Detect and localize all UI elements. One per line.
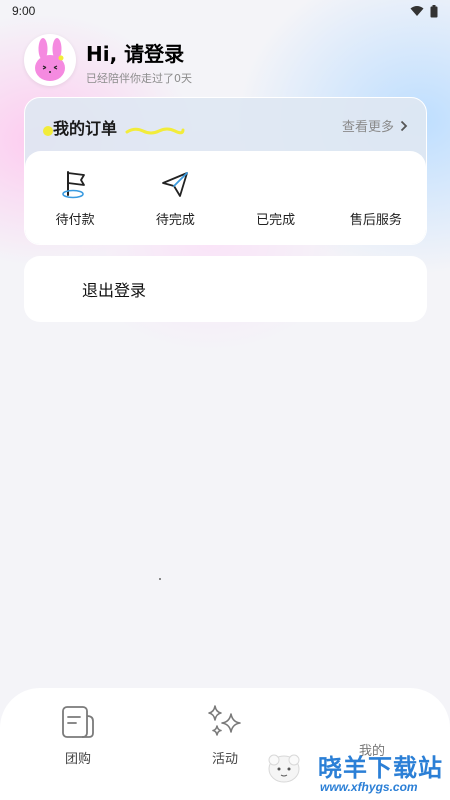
stray-dot: [159, 578, 161, 580]
orders-header: 我的订单 查看更多: [25, 98, 426, 150]
order-completed[interactable]: 已完成: [226, 151, 326, 244]
title-highlight-dot: [43, 126, 53, 136]
logout-button[interactable]: 退出登录: [24, 256, 427, 322]
order-after-sales-icon-slot: [359, 167, 393, 201]
notes-icon: [62, 706, 94, 738]
sparkles-icon: [208, 705, 241, 736]
nav-tab-group-buy[interactable]: 团购: [33, 704, 123, 767]
watermark-url: www.xfhygs.com: [320, 780, 418, 794]
profile-header: Hi, 请登录 已经陪伴你走过了0天: [24, 34, 424, 94]
battery-icon: [430, 4, 438, 17]
order-label: 待付款: [55, 213, 95, 228]
bunny-avatar-icon: [35, 38, 65, 81]
chevron-right-icon: [400, 120, 408, 131]
order-label: 已完成: [256, 213, 296, 228]
logout-label: 退出登录: [82, 281, 147, 300]
order-status-row: 待付款 待完成 已完成 售后服务: [25, 151, 426, 244]
status-bar: 9:00: [0, 0, 450, 22]
login-greeting[interactable]: Hi, 请登录: [86, 38, 184, 67]
order-pending-payment[interactable]: 待付款: [25, 151, 125, 244]
order-to-complete[interactable]: 待完成: [125, 151, 225, 244]
orders-title: 我的订单: [53, 119, 118, 138]
order-label: 待完成: [155, 213, 195, 228]
site-watermark: 晓羊下载站 www.xfhygs.com: [262, 748, 448, 800]
avatar[interactable]: [24, 34, 76, 86]
view-more-label: 查看更多: [341, 120, 394, 135]
order-after-sales[interactable]: 售后服务: [326, 151, 426, 244]
order-label: 售后服务: [349, 213, 402, 228]
nav-label: 团购: [64, 752, 91, 767]
nav-label: 活动: [211, 752, 238, 767]
title-squiggle-decoration: [125, 127, 185, 135]
paper-plane-icon: [158, 167, 192, 201]
wifi-icon: [410, 6, 424, 16]
sheep-logo-icon: [268, 754, 300, 783]
watermark-title: 晓羊下载站: [318, 754, 443, 782]
companion-days-text: 已经陪伴你走过了0天: [86, 72, 192, 85]
nav-tab-activity[interactable]: 活动: [180, 704, 270, 767]
my-orders-card: 我的订单 查看更多 待付款 待完成 已完成 售后服务: [24, 97, 427, 245]
status-time: 9:00: [12, 4, 36, 18]
view-more-link[interactable]: 查看更多: [342, 116, 408, 135]
flag-icon: [58, 167, 92, 201]
status-icons: [410, 4, 438, 18]
order-completed-icon-slot: [259, 167, 293, 201]
